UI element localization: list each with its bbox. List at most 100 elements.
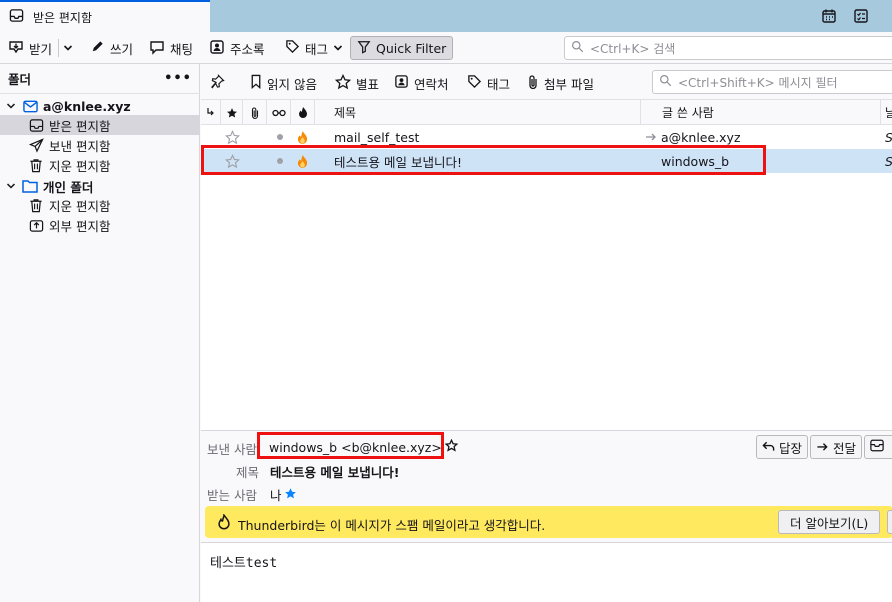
thread-list: mail_self_test a@knlee.xyz S 테스트용 메일 보냅니…	[201, 125, 892, 430]
archive-icon	[870, 439, 884, 455]
trash-icon	[28, 157, 44, 173]
tasks-icon[interactable]	[852, 7, 870, 25]
star-outline-icon[interactable]	[444, 438, 459, 455]
folder-local-trash[interactable]: 지운 편지함	[0, 195, 200, 215]
filter-attachment-button[interactable]: 첨부 파일	[527, 71, 594, 95]
star-column-icon[interactable]	[221, 100, 243, 125]
subject-label: 제목	[236, 465, 260, 480]
chevron-down-icon	[333, 41, 343, 56]
message-date: S	[885, 125, 892, 149]
get-messages-button[interactable]: 받기	[4, 36, 56, 60]
folder-sent[interactable]: 보낸 편지함	[0, 135, 200, 155]
forward-button[interactable]: 전달	[810, 435, 863, 459]
read-dot-icon[interactable]	[277, 149, 283, 173]
message-list-toolbar: 읽지 않음 별표 연락처 태그 첨부 파일 <Ctrl+Shift+K> 메시지…	[201, 64, 892, 100]
inbox-icon	[28, 117, 44, 133]
arrow-right-icon	[645, 125, 657, 149]
read-column-icon[interactable]	[267, 100, 291, 125]
chevron-down-icon[interactable]	[0, 101, 22, 111]
folder-trash[interactable]: 지운 편지함	[0, 155, 200, 175]
tag-icon	[467, 74, 482, 92]
thread-column-icon[interactable]	[201, 100, 221, 125]
to-value[interactable]: 나	[270, 485, 297, 504]
filter-contact-button[interactable]: 연락처	[394, 71, 449, 95]
local-folders-row[interactable]: 개인 폴더	[0, 176, 200, 196]
thread-column-header: 제목 글 쓴 사람 날	[201, 100, 892, 125]
message-author: a@knlee.xyz	[661, 129, 741, 145]
account-row[interactable]: a@knlee.xyz	[0, 96, 200, 116]
tag-button[interactable]: 태그	[281, 36, 347, 60]
paperclip-icon	[527, 74, 539, 93]
junk-column-icon[interactable]	[291, 100, 315, 125]
get-messages-dropdown[interactable]	[58, 39, 77, 57]
filter-icon	[357, 40, 371, 57]
date-column-header[interactable]: 날	[881, 100, 892, 125]
pin-filter-button[interactable]	[210, 71, 225, 95]
star-outline-icon[interactable]	[225, 125, 240, 149]
flame-icon	[217, 513, 231, 533]
chevron-down-icon[interactable]	[0, 181, 22, 191]
chat-icon	[149, 39, 165, 58]
read-dot-icon[interactable]	[277, 125, 283, 149]
message-body-text: 테스트test	[210, 556, 278, 571]
junk-notification-bar: Thunderbird는 이 메시지가 스팸 메일이라고 생각합니다. 더 알아…	[205, 506, 892, 538]
filter-tag-button[interactable]: 태그	[467, 71, 510, 95]
reply-icon	[762, 440, 775, 455]
message-subject: mail_self_test	[334, 129, 420, 145]
message-date: S	[885, 149, 892, 173]
table-row[interactable]: 테스트용 메일 보냅니다! windows_b S	[201, 149, 892, 173]
folder-inbox[interactable]: 받은 편지함	[0, 115, 200, 135]
tag-icon	[285, 39, 300, 57]
forward-icon	[816, 440, 829, 455]
star-icon	[334, 73, 352, 93]
folder-outbox[interactable]: 외부 편지함	[0, 215, 200, 235]
folder-menu-button[interactable]: •••	[164, 71, 192, 86]
folder-icon	[22, 178, 38, 194]
addressbook-icon	[209, 39, 225, 58]
junk-message-text: Thunderbird는 이 메시지가 스팸 메일이라고 생각합니다.	[238, 518, 546, 533]
mail-account-icon	[22, 98, 38, 114]
learn-more-button[interactable]: 더 알아보기(L)	[778, 510, 881, 534]
not-junk-button[interactable]	[887, 510, 892, 534]
message-filter-input[interactable]: <Ctrl+Shift+K> 메시지 필터	[652, 70, 892, 94]
subject-value: 테스트용 메일 보냅니다!	[270, 465, 400, 480]
folder-pane-header: 폴더 •••	[0, 64, 200, 94]
message-body: 테스트test	[201, 542, 892, 602]
write-button[interactable]: 쓰기	[86, 36, 137, 60]
send-icon	[28, 137, 44, 153]
quick-filter-button[interactable]: Quick Filter	[350, 36, 454, 60]
addressbook-button[interactable]: 주소록	[205, 36, 269, 60]
message-subject: 테스트용 메일 보냅니다!	[334, 154, 462, 170]
main-toolbar: 받기 쓰기 채팅 주소록 태그 Quick Filter <Ctrl+K> 검색	[0, 32, 892, 64]
subject-column-header[interactable]: 제목	[315, 100, 641, 125]
reply-button[interactable]: 답장	[756, 435, 809, 459]
chat-button[interactable]: 채팅	[145, 36, 197, 60]
attachment-column-icon[interactable]	[243, 100, 267, 125]
to-label: 받는 사람	[207, 488, 257, 503]
global-search-input[interactable]: <Ctrl+K> 검색	[564, 36, 892, 60]
outbox-icon	[28, 217, 44, 233]
pin-icon	[210, 74, 225, 92]
star-filled-icon[interactable]	[284, 487, 297, 503]
flame-icon[interactable]	[296, 125, 309, 149]
search-icon	[571, 40, 584, 56]
filter-starred-button[interactable]: 별표	[334, 71, 379, 95]
calendar-icon[interactable]	[820, 7, 838, 25]
table-row[interactable]: mail_self_test a@knlee.xyz S	[201, 125, 892, 149]
message-author: windows_b	[661, 153, 730, 169]
author-column-header[interactable]: 글 쓴 사람	[641, 100, 881, 125]
search-icon	[659, 74, 672, 90]
archive-button[interactable]	[864, 435, 892, 459]
folder-pane: 폴더 ••• a@knlee.xyz 받은 편지함 보낸 편지함 지운 편지함 …	[0, 64, 200, 602]
from-value[interactable]: windows_b <b@knlee.xyz>	[269, 438, 459, 455]
tab-inbox[interactable]: 받은 편지함	[0, 0, 210, 32]
bookmark-icon	[250, 74, 262, 92]
from-label: 보낸 사람	[207, 442, 257, 457]
tab-title: 받은 편지함	[33, 10, 93, 25]
trash-icon	[28, 197, 44, 213]
pencil-icon	[90, 39, 105, 57]
message-preview: 보낸 사람 windows_b <b@knlee.xyz> 제목 테스트용 메일…	[201, 430, 892, 602]
filter-unread-button[interactable]: 읽지 않음	[250, 71, 317, 95]
star-outline-icon[interactable]	[225, 149, 240, 173]
flame-icon[interactable]	[296, 149, 309, 173]
